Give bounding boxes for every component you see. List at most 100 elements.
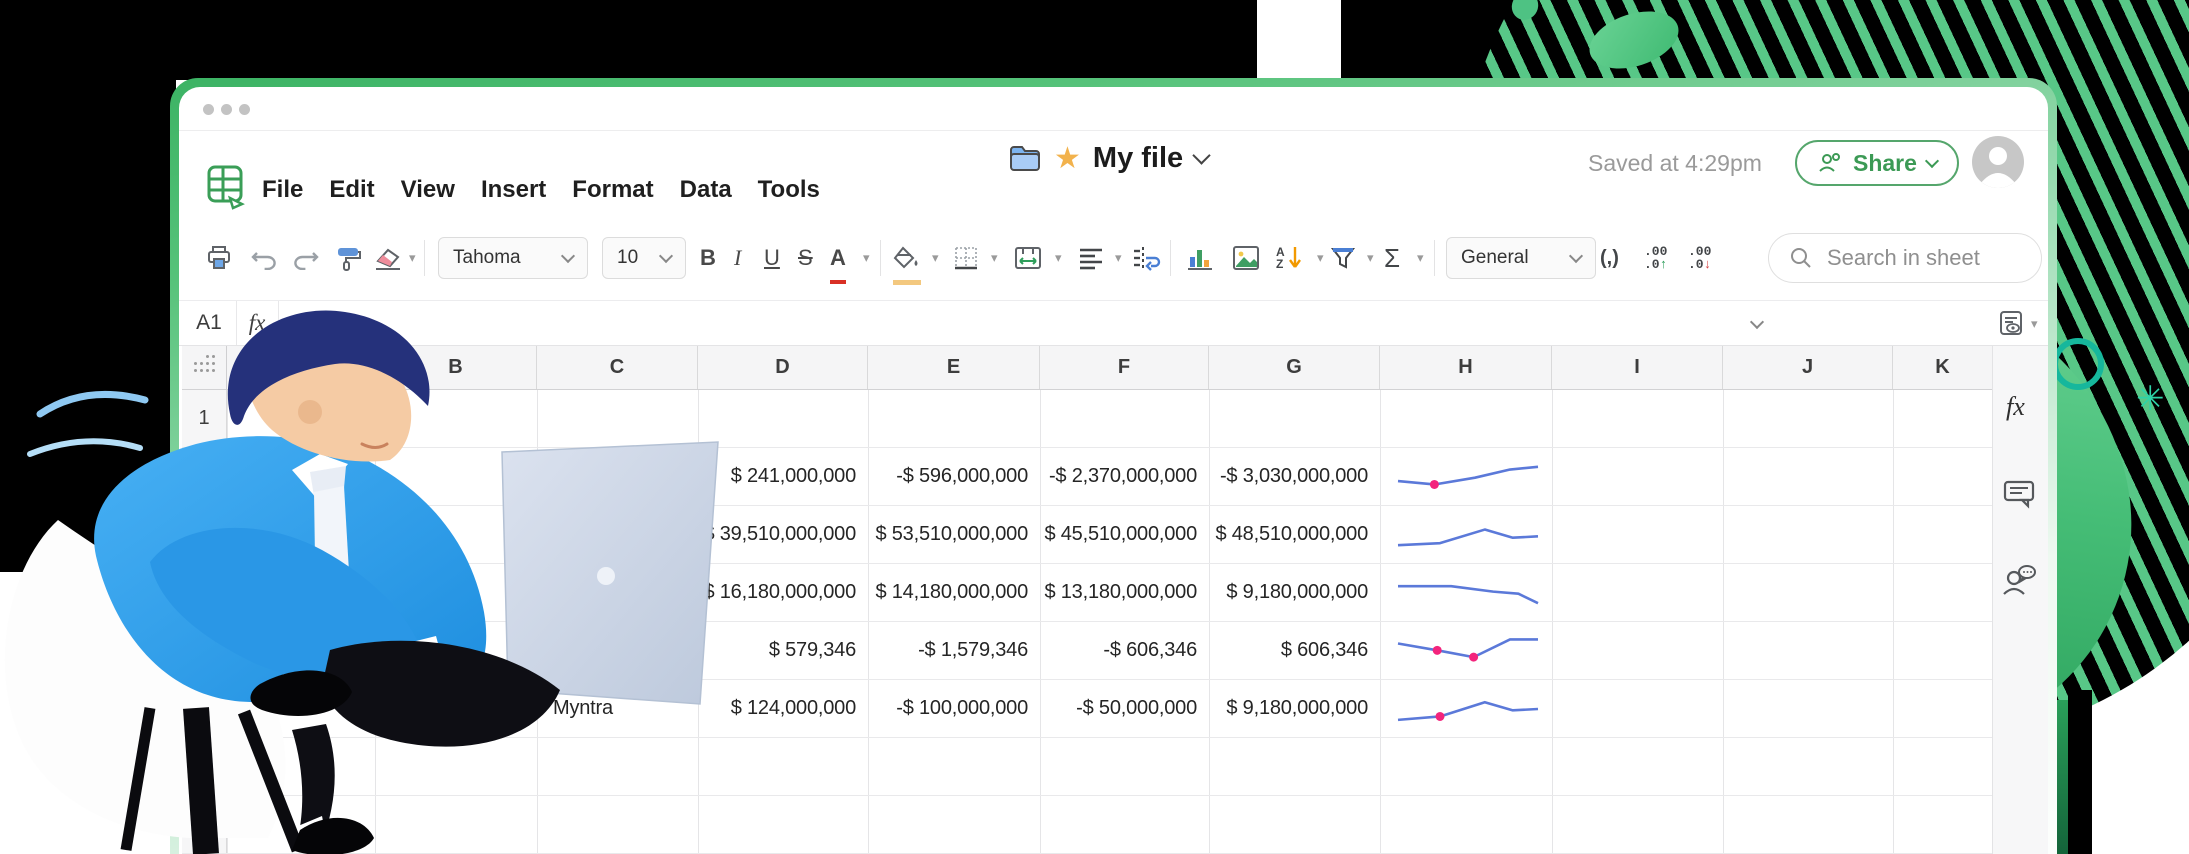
sheet-view-button[interactable]: ▾ xyxy=(1998,310,2038,338)
sort-caret-icon[interactable]: ▾ xyxy=(1312,236,1324,280)
favorite-star-icon[interactable]: ★ xyxy=(1054,144,1081,174)
window-control-dot[interactable] xyxy=(203,104,214,115)
search-in-sheet[interactable] xyxy=(1768,233,2042,283)
decrease-decimal-button[interactable]: .00 .0↓ xyxy=(1688,236,1711,280)
text-color-button[interactable]: A xyxy=(830,236,846,284)
share-label: Share xyxy=(1853,150,1917,177)
menu-insert[interactable]: Insert xyxy=(481,176,546,204)
top-left-black-band xyxy=(0,0,1257,80)
print-button[interactable] xyxy=(206,236,232,280)
filter-caret-icon[interactable]: ▾ xyxy=(1362,236,1374,280)
cell-e4[interactable]: $ 14,180,000,000 xyxy=(868,564,1040,621)
column-header-f[interactable]: F xyxy=(1040,346,1209,389)
merge-caret-icon[interactable]: ▾ xyxy=(1050,236,1062,280)
share-people-icon xyxy=(1817,151,1843,175)
underline-button[interactable]: U xyxy=(764,236,780,280)
menu-edit[interactable]: Edit xyxy=(329,176,374,204)
folder-icon[interactable] xyxy=(1008,144,1042,174)
font-family-select[interactable]: Tahoma xyxy=(438,237,588,279)
title-chevron-down-icon[interactable] xyxy=(1192,146,1210,164)
document-title[interactable]: My file xyxy=(1093,142,1183,175)
sheet-app-logo-icon[interactable] xyxy=(206,164,246,210)
titlebar-divider xyxy=(179,130,2048,131)
redo-button[interactable] xyxy=(292,236,320,280)
increase-decimal-button[interactable]: .00 .0↑ xyxy=(1644,236,1667,280)
sheet-view-caret-icon: ▾ xyxy=(2031,316,2038,332)
undo-button[interactable] xyxy=(250,236,278,280)
sort-button[interactable]: AZ xyxy=(1276,236,1302,280)
cell-f5[interactable]: -$ 606,346 xyxy=(1040,622,1209,679)
sidebar-fx-button[interactable]: fx xyxy=(2006,392,2025,422)
menu-data[interactable]: Data xyxy=(680,176,732,204)
search-input[interactable] xyxy=(1825,244,2009,272)
borders-button[interactable] xyxy=(953,236,979,280)
wrap-text-button[interactable] xyxy=(1132,236,1162,280)
strikethrough-button[interactable]: S xyxy=(798,236,813,280)
horizontal-align-button[interactable] xyxy=(1078,236,1104,280)
format-painter-button[interactable] xyxy=(334,236,362,280)
fill-color-button[interactable] xyxy=(893,236,921,285)
formula-bar-expand-chevron-icon[interactable] xyxy=(1752,314,1762,332)
font-select-chevron-icon xyxy=(561,249,575,263)
number-format-select[interactable]: General xyxy=(1446,237,1596,279)
cell-e5[interactable]: -$ 1,579,346 xyxy=(868,622,1040,679)
menu-tools[interactable]: Tools xyxy=(758,176,820,204)
comma-format-button[interactable]: (,) xyxy=(1600,236,1619,280)
font-size-select[interactable]: 10 xyxy=(602,237,686,279)
eraser-button[interactable]: ▾ xyxy=(374,236,416,280)
cell-f4[interactable]: $ 13,180,000,000 xyxy=(1040,564,1209,621)
sidebar-comments-button[interactable] xyxy=(2002,478,2036,510)
bold-button[interactable]: B xyxy=(700,236,716,280)
borders-caret-icon[interactable]: ▾ xyxy=(986,236,998,280)
cell-g5[interactable]: $ 606,346 xyxy=(1209,622,1380,679)
column-header-g[interactable]: G xyxy=(1209,346,1380,389)
cell-e6[interactable]: -$ 100,000,000 xyxy=(868,680,1040,737)
insert-image-button[interactable] xyxy=(1232,236,1260,280)
share-button[interactable]: Share xyxy=(1795,140,1959,186)
cell-g2[interactable]: -$ 3,030,000,000 xyxy=(1209,448,1380,505)
cell-e3[interactable]: $ 53,510,000,000 xyxy=(868,506,1040,563)
cell-e2[interactable]: -$ 596,000,000 xyxy=(868,448,1040,505)
cell-f3[interactable]: $ 45,510,000,000 xyxy=(1040,506,1209,563)
menu-view[interactable]: View xyxy=(401,176,455,204)
font-size-value: 10 xyxy=(617,247,638,269)
column-header-j[interactable]: J xyxy=(1723,346,1893,389)
save-status: Saved at 4:29pm xyxy=(1588,150,1762,177)
search-icon xyxy=(1789,246,1813,270)
sparkle-decoration: ✳ xyxy=(2136,382,2170,416)
merge-cells-button[interactable] xyxy=(1014,236,1042,280)
sparkline-myntra xyxy=(1394,687,1542,731)
text-color-caret-icon[interactable]: ▾ xyxy=(858,236,870,280)
menu-file[interactable]: File xyxy=(262,176,303,204)
toolbar-divider xyxy=(880,240,881,276)
column-header-i[interactable]: I xyxy=(1552,346,1723,389)
fill-color-caret-icon[interactable]: ▾ xyxy=(927,236,939,280)
cell-g3[interactable]: $ 48,510,000,000 xyxy=(1209,506,1380,563)
sum-button[interactable]: Σ xyxy=(1384,236,1400,280)
insert-chart-button[interactable] xyxy=(1186,236,1214,280)
column-header-h[interactable]: H xyxy=(1380,346,1552,389)
number-format-chevron-icon xyxy=(1569,249,1583,263)
cell-g4[interactable]: $ 9,180,000,000 xyxy=(1209,564,1380,621)
column-header-k[interactable]: K xyxy=(1893,346,1992,389)
sidebar-discuss-button[interactable] xyxy=(2000,562,2038,598)
column-header-e[interactable]: E xyxy=(868,346,1040,389)
sparkline-amazon xyxy=(1394,455,1542,499)
cell-f2[interactable]: -$ 2,370,000,000 xyxy=(1040,448,1209,505)
filter-button[interactable] xyxy=(1330,236,1356,280)
sum-caret-icon[interactable]: ▾ xyxy=(1412,236,1424,280)
align-caret-icon[interactable]: ▾ xyxy=(1110,236,1122,280)
sparkline-apple xyxy=(1394,513,1542,557)
document-title-row: ★ My file xyxy=(1008,142,1208,175)
cell-f6[interactable]: -$ 50,000,000 xyxy=(1040,680,1209,737)
window-control-dot[interactable] xyxy=(221,104,232,115)
italic-button[interactable]: I xyxy=(734,236,741,280)
toolbar-divider xyxy=(1170,240,1171,276)
window-control-dot[interactable] xyxy=(239,104,250,115)
menu-format[interactable]: Format xyxy=(572,176,653,204)
marketing-canvas: ✳ File Edit View Insert Format Data Tool… xyxy=(0,0,2189,854)
sparkline-ford xyxy=(1394,629,1542,673)
cell-g6[interactable]: $ 9,180,000,000 xyxy=(1209,680,1380,737)
avatar[interactable] xyxy=(1972,136,2024,188)
teal-ring-decoration xyxy=(2052,338,2104,390)
